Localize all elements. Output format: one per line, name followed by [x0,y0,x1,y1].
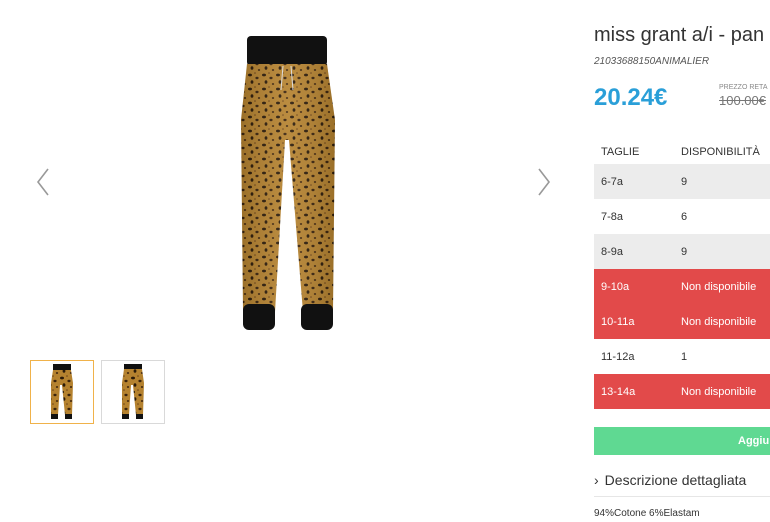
size-cell: 9-10a [594,269,674,304]
table-row[interactable]: 7-8a 6 [594,199,770,234]
availability-cell: Non disponibile [674,374,770,409]
thumbnail-front-image [51,364,73,419]
chevron-left-icon [36,168,49,196]
availability-cell: 9 [674,234,770,269]
table-row: 9-10a Non disponibile [594,269,770,304]
divider [594,496,770,497]
table-row[interactable]: 8-9a 9 [594,234,770,269]
add-to-cart-label: Aggiu [738,435,770,447]
table-header-row: TAGLIE DISPONIBILITÀ [594,140,770,164]
chevron-right-icon: › [594,472,599,488]
product-sku: 21033688150ANIMALIER [594,56,710,67]
size-cell: 13-14a [594,374,674,409]
product-price: 20.24€ [594,84,668,111]
add-to-cart-button[interactable]: Aggiu [594,427,770,455]
availability-cell: Non disponibile [674,269,770,304]
size-cell: 10-11a [594,304,674,339]
table-row[interactable]: 6-7a 9 [594,164,770,199]
header-size: TAGLIE [601,146,640,158]
availability-cell: Non disponibile [674,304,770,339]
size-cell: 6-7a [594,164,674,199]
product-title: miss grant a/i - pan [594,24,765,46]
size-cell: 7-8a [601,210,624,223]
thumbnail-front[interactable] [30,360,94,424]
retail-price-label: PREZZO RETA [719,84,768,91]
product-main-image [241,36,335,330]
availability-cell: 6 [681,210,688,223]
product-gallery [0,0,580,522]
availability-cell: 1 [681,350,688,363]
chevron-right-icon [538,168,551,196]
description-toggle[interactable]: › Descrizione dettagliata [594,472,746,488]
size-cell: 11-12a [601,350,635,363]
table-row[interactable]: 11-12a 1 [594,339,770,374]
prev-image-button[interactable] [32,165,56,199]
sizes-table: TAGLIE DISPONIBILITÀ 6-7a 9 7-8a 6 8-9a … [594,140,770,409]
product-details: miss grant a/i - pan 21033688150ANIMALIE… [594,0,770,522]
availability-cell: 9 [674,164,770,199]
header-availability: DISPONIBILITÀ [681,146,760,158]
table-row: 13-14a Non disponibile [594,374,770,409]
thumbnail-back-image [122,364,144,419]
description-heading: Descrizione dettagliata [604,472,747,488]
description-text: 94%Cotone 6%Elastam [594,508,700,519]
next-image-button[interactable] [531,165,555,199]
table-row: 10-11a Non disponibile [594,304,770,339]
size-cell: 8-9a [594,234,674,269]
retail-price: 100.00€ [719,93,766,108]
thumbnail-back[interactable] [101,360,165,424]
